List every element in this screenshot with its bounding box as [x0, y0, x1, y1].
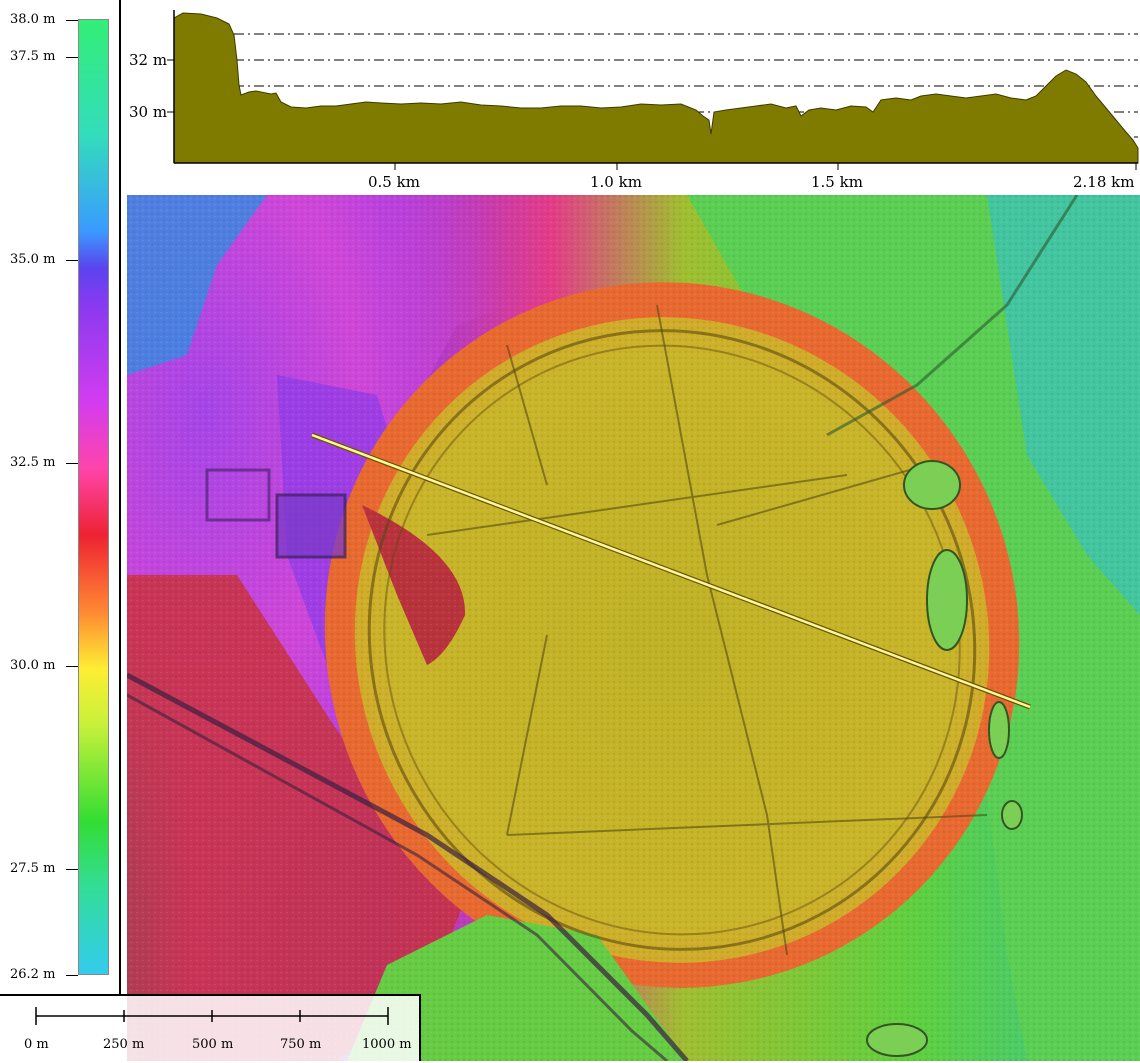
elevation-legend: 38.0 m 37.5 m 35.0 m 32.5 m 30.0 m 27.5 …: [0, 0, 121, 994]
scale-label-500m: 500 m: [192, 1037, 234, 1052]
earthwork-rect-2: [275, 493, 347, 559]
scale-bar: 0 m 250 m 500 m 750 m 1000 m: [0, 994, 421, 1061]
legend-label-32-5: 32.5 m: [10, 455, 56, 470]
legend-label-30-0: 30.0 m: [10, 658, 56, 673]
profile-y-label-32: 32 m: [129, 51, 168, 69]
profile-y-label-30: 30 m: [129, 103, 168, 121]
legend-label-37-5: 37.5 m: [10, 49, 56, 64]
legend-color-ramp: [78, 19, 109, 975]
scale-label-250m: 250 m: [103, 1037, 145, 1052]
legend-label-27-5: 27.5 m: [10, 861, 56, 876]
scale-label-1000m: 1000 m: [362, 1037, 412, 1052]
elevation-map[interactable]: [127, 195, 1140, 1061]
scale-bar-ruler: [35, 1007, 389, 1025]
elevation-profile: 32 m 30 m 0.5 km 1.0 km 1.5 km 2.18 km: [121, 0, 1140, 195]
profile-x-label-1-0km: 1.0 km: [590, 173, 642, 191]
profile-x-label-2-18km: 2.18 km: [1073, 173, 1135, 191]
profile-area: [173, 12, 1139, 164]
legend-label-35-0: 35.0 m: [10, 252, 56, 267]
legend-label-26-2: 26.2 m: [10, 967, 56, 982]
profile-x-label-0-5km: 0.5 km: [368, 173, 420, 191]
scale-label-0m: 0 m: [24, 1037, 49, 1052]
scale-label-750m: 750 m: [280, 1037, 322, 1052]
profile-x-label-1-5km: 1.5 km: [811, 173, 863, 191]
legend-label-38-0: 38.0 m: [10, 12, 56, 27]
